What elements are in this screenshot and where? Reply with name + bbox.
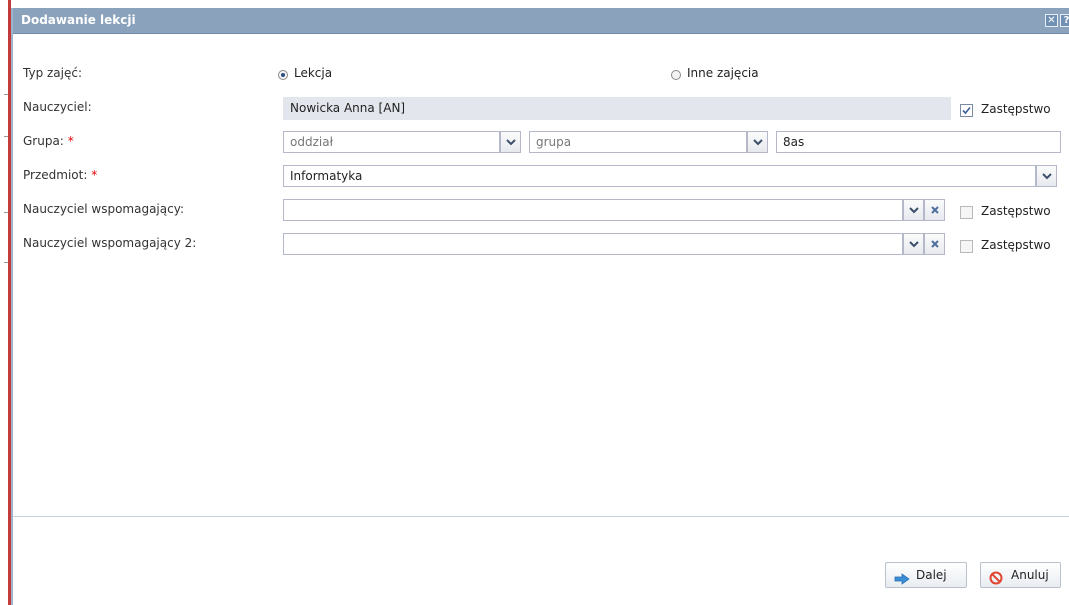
support-teacher-clear-button[interactable] xyxy=(924,199,945,221)
support-teacher-2-substitute-label: Zastępstwo xyxy=(981,238,1051,252)
support-teacher-2-clear-button[interactable] xyxy=(924,233,945,255)
chevron-down-icon xyxy=(1042,173,1052,180)
subject-dropdown-trigger[interactable] xyxy=(1036,165,1057,187)
teacher-field: Nowicka Anna [AN] xyxy=(283,97,951,120)
support-teacher-2-label: Nauczyciel wspomagający 2: xyxy=(23,236,197,250)
footer-divider xyxy=(13,516,1069,517)
support-teacher-dropdown-trigger[interactable] xyxy=(903,199,924,221)
lesson-type-radio-other[interactable] xyxy=(671,70,681,80)
division-dropdown-trigger[interactable] xyxy=(500,131,521,153)
group-name-input[interactable]: 8as xyxy=(776,131,1061,153)
cancel-icon xyxy=(989,569,1003,593)
group-dropdown-trigger[interactable] xyxy=(747,131,768,153)
teacher-substitute-label: Zastępstwo xyxy=(981,102,1051,116)
chevron-down-icon xyxy=(909,241,919,248)
clear-icon xyxy=(931,206,939,214)
help-icon[interactable]: ? xyxy=(1060,14,1069,27)
close-icon[interactable]: ✕ xyxy=(1045,14,1058,27)
support-teacher-2-select[interactable] xyxy=(283,233,903,255)
support-teacher-2-dropdown-trigger[interactable] xyxy=(903,233,924,255)
division-select[interactable]: oddział xyxy=(283,131,500,153)
arrow-right-icon xyxy=(894,569,910,593)
teacher-substitute-checkbox[interactable] xyxy=(960,104,973,117)
support-teacher-label: Nauczyciel wspomagający: xyxy=(23,202,184,216)
next-button-label: Dalej xyxy=(916,568,947,582)
clear-icon xyxy=(931,240,939,248)
support-teacher-substitute-label: Zastępstwo xyxy=(981,204,1051,218)
support-teacher-select[interactable] xyxy=(283,199,903,221)
chevron-down-icon xyxy=(909,207,919,214)
subject-select[interactable]: Informatyka xyxy=(283,165,1036,187)
chevron-down-icon xyxy=(753,139,763,146)
group-select[interactable]: grupa xyxy=(529,131,747,153)
next-button[interactable]: Dalej xyxy=(885,562,967,588)
chevron-down-icon xyxy=(506,139,516,146)
lesson-type-option-other: Inne zajęcia xyxy=(687,66,759,80)
subject-label: Przedmiot: * xyxy=(23,168,98,182)
cancel-button[interactable]: Anuluj xyxy=(980,562,1061,588)
lesson-type-option-lesson: Lekcja xyxy=(294,66,333,80)
dialog-titlebar: Dodawanie lekcji ✕ ? xyxy=(13,8,1069,34)
support-teacher-substitute-checkbox[interactable] xyxy=(960,206,973,219)
add-lesson-dialog: Dodawanie lekcji ✕ ? Typ zajęć: Lekcja I… xyxy=(11,8,1069,605)
group-label: Grupa: * xyxy=(23,134,74,148)
dialog-title: Dodawanie lekcji xyxy=(21,13,136,27)
lesson-type-label: Typ zajęć: xyxy=(23,66,83,80)
cancel-button-label: Anuluj xyxy=(1011,568,1049,582)
support-teacher-2-substitute-checkbox[interactable] xyxy=(960,240,973,253)
lesson-type-radio-lesson[interactable] xyxy=(278,70,288,80)
teacher-label: Nauczyciel: xyxy=(23,100,92,114)
